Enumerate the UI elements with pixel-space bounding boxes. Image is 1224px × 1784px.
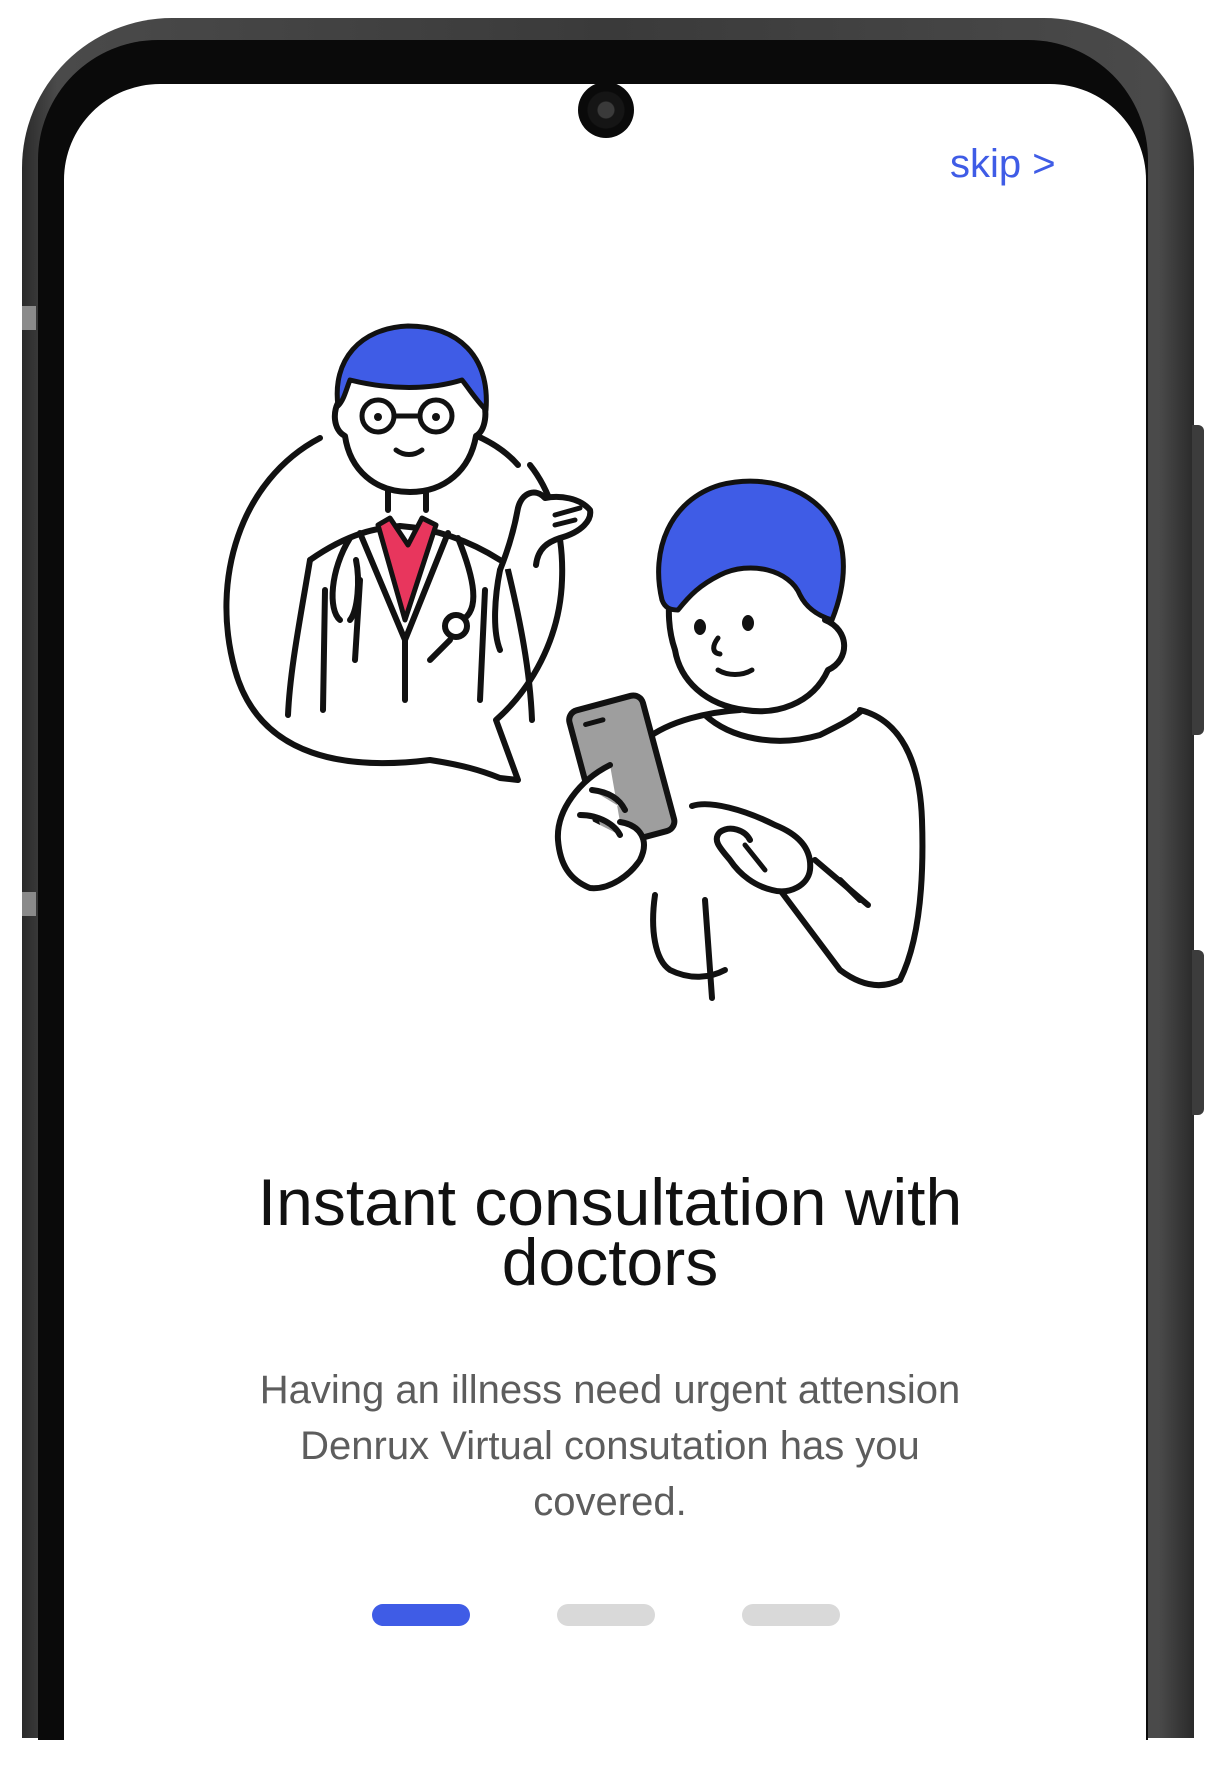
- page-indicator-dot-3[interactable]: [742, 1604, 840, 1626]
- volume-button: [1192, 425, 1204, 735]
- doctor-figure: [285, 323, 594, 723]
- doctor-consultation-illustration: [223, 323, 926, 1001]
- onboarding-title: Instant consultation with doctors: [257, 1165, 963, 1299]
- doctor-collar: [375, 515, 439, 623]
- power-button: [1192, 950, 1204, 1115]
- page-indicator-dot-2[interactable]: [557, 1604, 655, 1626]
- page-indicator-dot-1[interactable]: [372, 1604, 470, 1626]
- front-camera-icon: [578, 82, 634, 138]
- frame-antenna-line: [22, 306, 36, 330]
- onboarding-description: Having an illness need urgent attension …: [259, 1368, 961, 1524]
- frame-antenna-line: [22, 892, 36, 916]
- page-indicator: [372, 1604, 842, 1628]
- skip-button[interactable]: skip >: [950, 142, 1056, 187]
- patient-figure: [554, 478, 926, 1001]
